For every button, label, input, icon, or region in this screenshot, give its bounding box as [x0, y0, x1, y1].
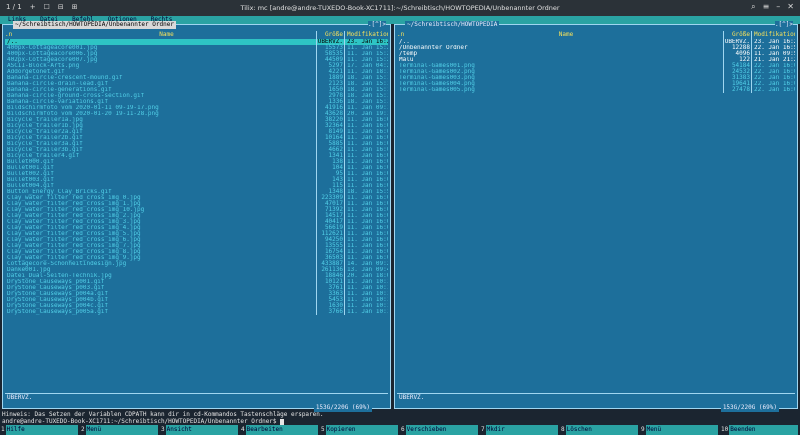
right-panel-status: ÜBERVZ.	[399, 394, 425, 401]
fkey-label: Mkdir	[485, 425, 558, 435]
column-date[interactable]: Modifikationszeit	[344, 31, 388, 39]
column-name[interactable]: Name	[15, 31, 316, 39]
right-file-list[interactable]: /..ÜBERVZ.23. Jan 16:23/Unbenannter Ordn…	[397, 39, 795, 386]
left-panel-status: ÜBERVZ.	[7, 394, 33, 401]
column-size[interactable]: Größe	[723, 31, 751, 39]
file-name: DryStone_Causeways_p005a.gif	[7, 309, 109, 315]
fkey-4[interactable]: 4 Bearbeiten	[240, 425, 320, 435]
fkey-10[interactable]: 10 Beenden	[720, 425, 800, 435]
fkey-label: Verschieben	[405, 425, 478, 435]
fkey-1[interactable]: 1 Hilfe	[0, 425, 80, 435]
left-panel-column-header: .n Name Größe Modifikationszeit	[5, 31, 388, 39]
minimize-icon[interactable]: –	[776, 2, 780, 12]
fkey-6[interactable]: 6 Verschieben	[400, 425, 480, 435]
fkey-label: Kopieren	[325, 425, 398, 435]
right-panel-column-header: .n Name Größe Modifikationszeit	[397, 31, 795, 39]
right-panel-separator	[397, 393, 795, 394]
fkey-8[interactable]: 8 Löschen	[560, 425, 640, 435]
left-panel-corner-controls[interactable]: .[^]>	[367, 21, 386, 29]
hint-line: Hinweis: Das Setzen der Variablen CDPATH…	[2, 411, 324, 418]
left-panel-path[interactable]: ~/Schreibtisch/HOWTOPEDIA/Unbenannter Or…	[13, 21, 176, 29]
fkey-label: Löschen	[565, 425, 638, 435]
column-sort-n[interactable]: .n	[5, 31, 15, 39]
fkey-label: Menü	[645, 425, 718, 435]
window-titlebar: 1 / 1 + ☐ ⊟ ⊞ Tilix: mc [andre@andre-TUX…	[0, 0, 800, 16]
right-panel[interactable]: ~/Schreibtisch/HOWTOPEDIA .[^]> .n Name …	[394, 21, 798, 412]
fkey-2[interactable]: 2 Menü	[80, 425, 160, 435]
command-line[interactable]: andre@andre-TUXEDO-Book-XC1711:~/Schreib…	[0, 418, 800, 425]
fkey-7[interactable]: 7 Mkdir	[480, 425, 560, 435]
file-size: 27478	[723, 87, 751, 93]
fkey-label: Menü	[85, 425, 158, 435]
right-panel-corner-controls[interactable]: .[^]>	[774, 21, 793, 29]
fkey-label: Ansicht	[165, 425, 238, 435]
left-panel[interactable]: ~/Schreibtisch/HOWTOPEDIA/Unbenannter Or…	[2, 21, 391, 412]
fkey-5[interactable]: 5 Kopieren	[320, 425, 400, 435]
titlebar-right-controls: ⌕ ≡ – ✕	[751, 2, 794, 12]
column-date[interactable]: Modifikationszeit	[751, 31, 795, 39]
hamburger-menu-icon[interactable]: ≡	[763, 2, 770, 12]
close-icon[interactable]: ✕	[787, 2, 794, 12]
file-date: 11. Jan 10:18	[344, 309, 388, 315]
fkey-number: 10	[720, 425, 730, 435]
fkey-label: Beenden	[729, 425, 798, 435]
file-name: Terminal-Games005.png	[399, 87, 475, 93]
fkey-label: Hilfe	[5, 425, 78, 435]
column-size[interactable]: Größe	[316, 31, 344, 39]
search-icon[interactable]: ⌕	[751, 2, 755, 12]
fkey-3[interactable]: 3 Ansicht	[160, 425, 240, 435]
function-key-bar: 1 Hilfe 2 Menü 3 Ansicht 4 Bearbeiten 5 Kopieren 6…	[0, 425, 800, 435]
column-sort-n[interactable]: .n	[397, 31, 407, 39]
column-name[interactable]: Name	[407, 31, 723, 39]
window-title: Tilix: mc [andre@andre-TUXEDO-Book-XC171…	[240, 4, 560, 12]
file-date: 22. Jan 16:08	[751, 87, 795, 93]
shell-prompt: andre@andre-TUXEDO-Book-XC1711:~/Schreib…	[2, 418, 277, 425]
fkey-label: Bearbeiten	[245, 425, 318, 435]
file-size: 3766	[316, 309, 344, 315]
right-panel-path[interactable]: ~/Schreibtisch/HOWTOPEDIA	[405, 21, 500, 29]
text-cursor	[280, 418, 285, 425]
left-file-list[interactable]: /..ÜBERVZ.23. Jan 16:23400px-Cottageacor…	[5, 39, 388, 386]
file-list-row[interactable]: Terminal-Games005.png 2747822. Jan 16:08	[397, 87, 795, 93]
file-list-row[interactable]: DryStone_Causeways_p005a.gif 3766 11. Jan …	[5, 309, 388, 315]
left-panel-separator	[5, 393, 388, 394]
fkey-9[interactable]: 9 Menü	[640, 425, 720, 435]
